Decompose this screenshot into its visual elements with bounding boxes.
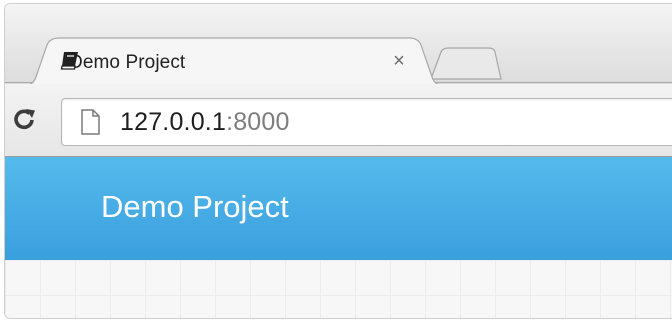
tab-close-button[interactable]: × — [386, 48, 412, 74]
active-tab[interactable]: Demo Project × — [23, 37, 445, 87]
tab-title: Demo Project — [69, 52, 186, 73]
page-content — [5, 260, 672, 318]
navbar-brand[interactable]: Demo Project — [101, 189, 289, 225]
tab-strip: Demo Project × — [5, 4, 672, 87]
url-host: 127.0.0.1 — [120, 107, 227, 136]
site-navbar: Demo Project — [5, 157, 672, 260]
close-icon: × — [393, 49, 405, 72]
reload-icon — [14, 109, 35, 130]
page-icon — [80, 109, 102, 135]
browser-toolbar: 127.0.0.1:8000 — [5, 84, 672, 157]
url-text[interactable]: 127.0.0.1:8000 — [120, 108, 290, 137]
url-port: :8000 — [226, 107, 290, 136]
address-bar[interactable]: 127.0.0.1:8000 — [61, 98, 672, 146]
browser-window: Demo Project × 127.0.0.1:8000 Demo Proje… — [4, 3, 672, 319]
reload-button[interactable] — [5, 102, 45, 138]
